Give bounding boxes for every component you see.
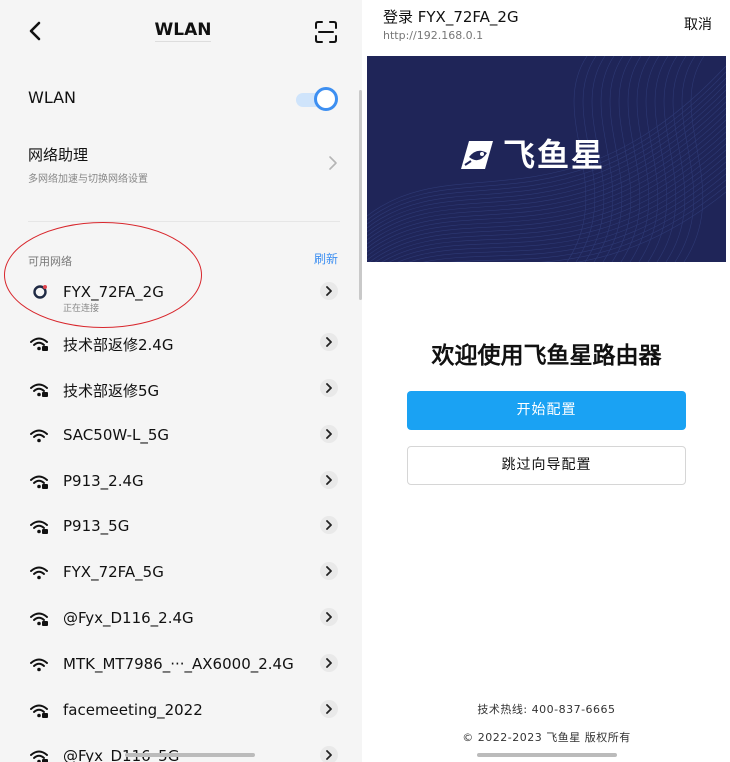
network-list-item[interactable]: P913_2.4G [28, 468, 340, 498]
welcome-heading: 欢迎使用飞鱼星路由器 [431, 343, 662, 369]
network-details-button[interactable] [320, 516, 338, 534]
chevron-right-icon [326, 383, 332, 393]
wifi-locked-icon [30, 519, 48, 534]
chevron-right-icon [326, 520, 332, 530]
network-name: P913_5G [63, 517, 130, 535]
url-text: http://192.168.0.1 [383, 29, 484, 42]
chevron-right-icon [329, 156, 337, 170]
copyright-text: © 2022-2023 飞鱼星 版权所有 [462, 731, 631, 744]
home-indicator [477, 753, 617, 757]
network-list-item[interactable]: facemeeting_2022 [28, 697, 340, 727]
chevron-right-icon [326, 750, 332, 760]
chevron-right-icon [326, 566, 332, 576]
cancel-button[interactable]: 取消 [684, 14, 712, 34]
network-assistant-row[interactable]: 网络助理 多网络加速与切换网络设置 [28, 144, 340, 185]
chevron-right-icon [326, 337, 332, 347]
annotation-ellipse [4, 222, 202, 328]
chevron-right-icon [326, 658, 332, 668]
network-name: FYX_72FA_5G [63, 563, 164, 581]
wifi-locked-icon [30, 611, 48, 626]
network-details-button[interactable] [320, 746, 338, 762]
network-details-button[interactable] [320, 379, 338, 397]
network-assistant-subtitle: 多网络加速与切换网络设置 [28, 174, 148, 185]
network-details-button[interactable] [320, 562, 338, 580]
network-name: facemeeting_2022 [63, 701, 203, 719]
wifi-locked-icon [30, 749, 48, 762]
network-name: P913_2.4G [63, 472, 144, 490]
network-details-button[interactable] [320, 471, 338, 489]
network-details-button[interactable] [320, 700, 338, 718]
wifi-locked-icon [30, 474, 48, 489]
hotline-text: 技术热线: 400-837-6665 [477, 703, 616, 716]
network-details-button[interactable] [320, 654, 338, 672]
network-list-item[interactable]: FYX_72FA_5G [28, 559, 340, 589]
network-list-item[interactable]: SAC50W-L_5G [28, 422, 340, 452]
network-name: @Fyx_D116_2.4G [63, 609, 194, 627]
network-assistant-title: 网络助理 [28, 146, 89, 164]
chevron-right-icon [326, 704, 332, 714]
brand-banner: 飞鱼星 [367, 56, 726, 262]
wlan-label: WLAN [28, 88, 77, 107]
chevron-right-icon [326, 475, 332, 485]
home-indicator [125, 753, 255, 757]
section-divider [28, 221, 340, 222]
wifi-locked-icon [30, 336, 48, 351]
network-details-button[interactable] [320, 425, 338, 443]
network-list-item[interactable]: MTK_MT7986_···_AX6000_2.4G [28, 651, 340, 681]
login-title: 登录 FYX_72FA_2G [383, 8, 519, 26]
network-details-button[interactable] [320, 282, 338, 300]
start-config-button[interactable]: 开始配置 [407, 391, 686, 430]
wlan-toggle[interactable] [296, 86, 338, 112]
network-list-item[interactable]: 技术部返修5G [28, 376, 340, 406]
refresh-button[interactable]: 刷新 [314, 250, 338, 267]
router-login-panel: 登录 FYX_72FA_2G http://192.168.0.1 取消 飞鱼星… [367, 0, 730, 762]
toggle-knob [314, 87, 338, 111]
network-name: SAC50W-L_5G [63, 426, 170, 444]
chevron-right-icon [326, 429, 332, 439]
network-details-button[interactable] [320, 333, 338, 351]
chevron-right-icon [326, 286, 332, 296]
wifi-icon [30, 657, 48, 672]
wifi-icon [30, 428, 48, 443]
chevron-right-icon [326, 612, 332, 622]
network-list-item[interactable]: 技术部返修2.4G [28, 330, 340, 360]
wlan-toggle-row: WLAN [28, 86, 340, 112]
wifi-locked-icon [30, 382, 48, 397]
wifi-icon [30, 565, 48, 580]
skip-wizard-button[interactable]: 跳过向导配置 [407, 446, 686, 485]
network-list-item[interactable]: P913_5G [28, 513, 340, 543]
scan-icon[interactable] [314, 20, 338, 44]
network-name: 技术部返修2.4G [63, 336, 174, 354]
network-details-button[interactable] [320, 608, 338, 626]
fish-star-logo-icon [461, 141, 493, 169]
brand-name: 飞鱼星 [503, 136, 606, 174]
network-list-item[interactable]: @Fyx_D116_2.4G [28, 605, 340, 635]
page-title: WLAN [154, 20, 212, 42]
network-name: 技术部返修5G [63, 382, 160, 400]
wifi-locked-icon [30, 703, 48, 718]
wlan-settings-panel: WLAN WLAN 网络助理 多网络加速与切换网络设置 可用网络 刷新 FYX_… [0, 0, 362, 762]
wlan-top-bar: WLAN [0, 0, 362, 62]
network-name: MTK_MT7986_···_AX6000_2.4G [63, 655, 294, 673]
